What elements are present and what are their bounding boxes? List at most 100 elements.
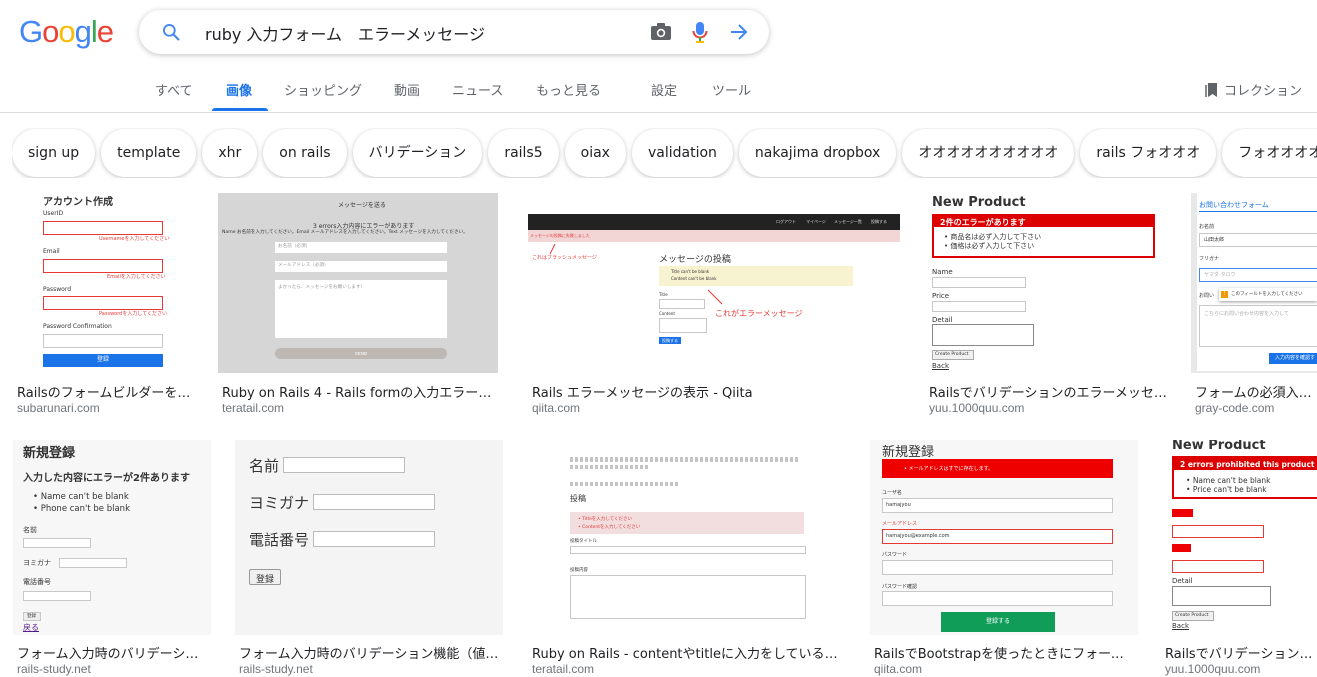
result-title[interactable]: Ruby on Rails 4 - Rails formの入力エラー｜terat… [222,382,500,401]
thumb-error: Emailを入力してください [107,274,166,280]
thumb-label: 名前 [23,526,37,534]
thumb-error-item: • Name can't be blank [33,492,129,502]
result-title[interactable]: Railsでバリデーションのエ [1165,643,1317,662]
chip[interactable]: xhr [202,129,258,177]
search-icon[interactable] [161,22,181,42]
result-source[interactable]: subarunari.com [17,401,100,415]
thumb-error: 入力した内容にエラーが2件あります [23,473,190,484]
result-source[interactable]: qiita.com [532,401,580,415]
result-source[interactable]: yuu.1000quu.com [1165,662,1260,676]
image-result[interactable]: アカウント作成 UserID Usernameを入力してください Email E… [13,193,193,418]
search-submit-arrow-icon[interactable] [728,21,750,43]
result-title[interactable]: Railsのフォームビルダーをカ… [17,382,193,401]
result-source[interactable]: qiita.com [874,662,922,676]
thumb-label: Content [659,311,675,316]
chip[interactable]: on rails [263,129,347,177]
thumb-tooltip-text: このフィールドを入力してください [1231,292,1303,297]
image-result[interactable]: 名前 ヨミガナ 電話番号 登録 フォーム入力時のバリデーション機能（値の… ra… [235,440,505,677]
tab-videos[interactable]: 動画 [394,80,420,99]
result-title[interactable]: RailsでBootstrapを使ったときにフォームエ… [874,643,1136,662]
result-thumbnail[interactable]: 新規登録 • メールアドレスはすでに存在します。 ユーザ名 hamajyou メ… [870,440,1138,635]
microphone-icon[interactable] [692,21,708,45]
result-thumbnail[interactable]: アカウント作成 UserID Usernameを入力してください Email E… [13,193,193,373]
result-thumbnail[interactable]: 名前 ヨミガナ 電話番号 登録 [235,440,503,635]
thumb-label: メールアドレス [882,521,918,527]
result-source[interactable]: yuu.1000quu.com [929,401,1024,415]
thumb-field: hamajyou@example.com [882,529,1113,544]
tab-settings[interactable]: 設定 [651,80,677,99]
result-thumbnail[interactable]: お問い合わせフォーム お名前 山田太郎 フリガナ ヤマダ タロウ お問い ! こ… [1191,193,1317,373]
tab-all[interactable]: すべて [155,80,193,99]
thumb-label: Password Confirmation [43,323,112,330]
result-thumbnail[interactable]: New Product 2件のエラーがあります • 商品名は必ず入力して下さい … [925,193,1167,373]
thumb-error-box: • メールアドレスはすでに存在します。 [882,459,1113,478]
chip[interactable]: sign up [12,129,96,177]
thumb-button: 登録 [23,612,41,621]
search-input[interactable] [203,20,627,46]
chip[interactable]: rails5 [488,129,559,177]
result-source[interactable]: rails-study.net [239,662,313,676]
thumb-error-box: 2件のエラーがあります • 商品名は必ず入力して下さい • 価格は必ず入力して下… [932,214,1155,258]
thumb-field [43,221,163,235]
image-result[interactable]: お問い合わせフォーム お名前 山田太郎 フリガナ ヤマダ タロウ お問い ! こ… [1191,193,1317,418]
thumb-heading: 新規登録 [882,445,935,460]
chip[interactable]: rails フォオオオ [1080,129,1217,177]
result-thumbnail[interactable]: 新規登録 入力した内容にエラーが2件あります • Name can't be b… [13,440,211,635]
image-result[interactable]: 投稿 • Titleを入力してください • Contentを入力してください 投… [528,440,848,677]
thumb-field [1172,586,1271,606]
result-source[interactable]: teratail.com [222,401,284,415]
thumb-debug-text [570,457,800,462]
tab-tools[interactable]: ツール [712,80,751,99]
thumb-button-label: 登録 [256,575,275,585]
chip[interactable]: validation [631,129,733,177]
camera-icon[interactable] [650,22,672,42]
thumb-placeholder: よかったら、メッセージをお願いします！ [278,285,366,290]
result-title[interactable]: フォームの必須入力項 [1195,382,1317,401]
chip[interactable]: nakajima dropbox [738,129,897,177]
result-title[interactable]: Ruby on Rails - contentやtitleに入力をしているのに未… [532,643,844,662]
thumb-link: Back [932,362,949,370]
chip[interactable]: oiax [564,129,626,177]
image-result[interactable]: New Product 2件のエラーがあります • 商品名は必ず入力して下さい … [925,193,1169,418]
thumb-field [570,546,806,554]
thumb-nav-item: 投稿する [871,219,887,224]
result-thumbnail[interactable]: ログアウト マイページ メッセージ一覧 投稿する メッセージの投稿に失敗しました… [528,193,900,373]
thumb-error: • メールアドレスはすでに存在します。 [904,466,994,472]
collection-link[interactable]: コレクション [1205,80,1302,99]
result-source[interactable]: rails-study.net [17,662,91,676]
chip[interactable]: template [101,129,197,177]
thumb-label: お名前 [1199,224,1215,230]
thumb-error-box: 2 errors prohibited this product fro • N… [1172,456,1317,499]
result-title[interactable]: Rails エラーメッセージの表示 - Qiita [532,382,900,401]
image-result[interactable]: ログアウト マイページ メッセージ一覧 投稿する メッセージの投稿に失敗しました… [528,193,902,418]
image-result[interactable]: 新規登録 入力した内容にエラーが2件あります • Name can't be b… [13,440,213,677]
thumb-field [313,531,435,547]
result-title[interactable]: Railsでバリデーションのエラーメッセ… [929,382,1167,401]
result-thumbnail[interactable]: 投稿 • Titleを入力してください • Contentを入力してください 投… [528,440,846,635]
thumb-label: お問い [1199,293,1215,299]
image-result[interactable]: メッセージを送る 3 errors入力内容にエラーがあります Name お名前を… [218,193,500,418]
tab-more[interactable]: もっと見る [536,80,601,99]
tab-shopping[interactable]: ショッピング [284,80,362,99]
image-result[interactable]: 新規登録 • メールアドレスはすでに存在します。 ユーザ名 hamajyou メ… [870,440,1140,677]
thumb-link: 戻る [23,623,39,632]
result-source[interactable]: teratail.com [532,662,594,676]
result-thumbnail[interactable]: New Product 2 errors prohibited this pro… [1161,440,1317,635]
google-logo[interactable]: Google [19,14,114,50]
result-title[interactable]: フォーム入力時のバリデーショ… [17,643,209,662]
tab-images[interactable]: 画像 [226,80,252,99]
image-result[interactable]: New Product 2 errors prohibited this pro… [1161,440,1317,677]
thumb-heading: 投稿 [570,494,586,503]
result-source[interactable]: gray-code.com [1195,401,1274,415]
chip[interactable]: フォオオオオオオオオ [1222,129,1317,177]
thumb-button: SEND [275,348,447,359]
chip[interactable]: オオオオオオオオオオ [902,129,1075,177]
thumb-label: ヨミガナ [23,559,51,567]
chip[interactable]: バリデーション [352,129,483,177]
thumb-error-item: • Price can't be blank [1186,485,1267,494]
result-title[interactable]: フォーム入力時のバリデーション機能（値の… [239,643,501,662]
tab-news[interactable]: ニュース [452,80,503,99]
thumb-heading: New Product [1172,440,1266,453]
thumb-label: Detail [932,316,953,324]
result-thumbnail[interactable]: メッセージを送る 3 errors入力内容にエラーがあります Name お名前を… [218,193,498,373]
